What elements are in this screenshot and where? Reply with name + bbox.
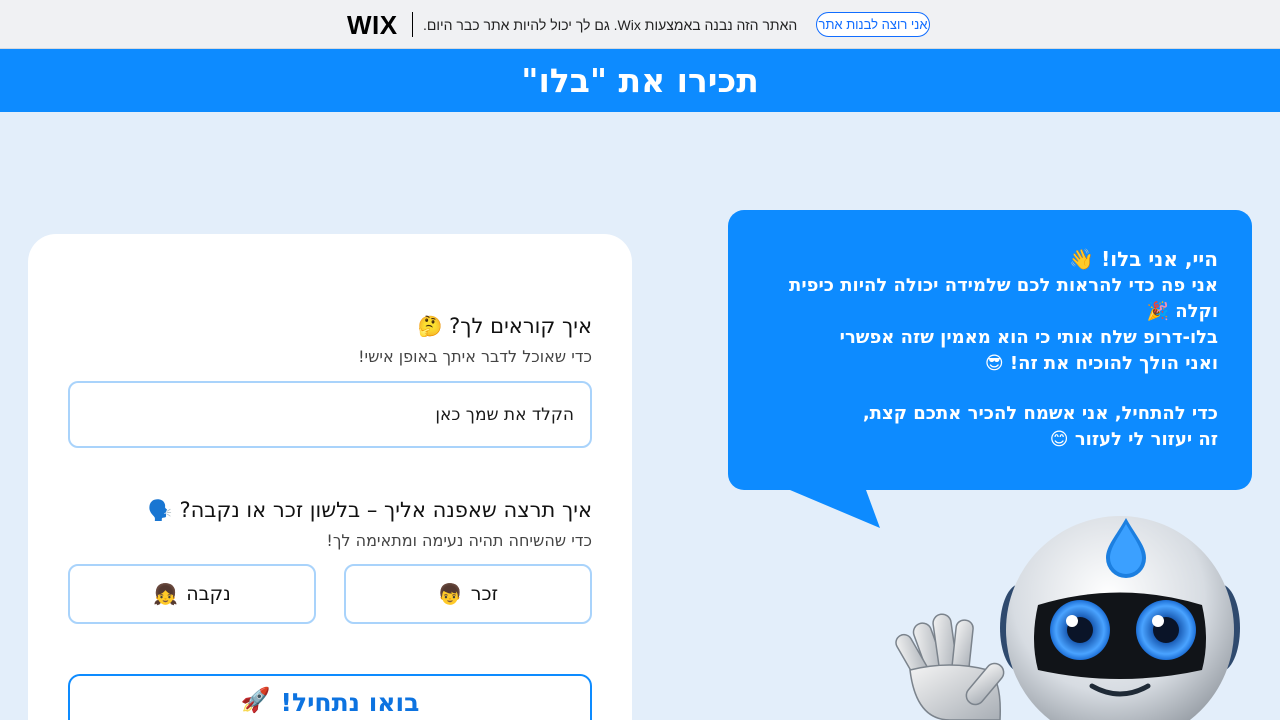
- bubble-line: ואני הולך להוכיח את זה! 😎: [984, 353, 1218, 374]
- male-label: זכר: [470, 583, 499, 605]
- rocket-icon: 🚀: [240, 686, 271, 714]
- page-header: תכירו את "בלו": [0, 49, 1280, 112]
- wix-divider: [412, 12, 413, 37]
- robot-mascot-illustration: [895, 516, 1240, 720]
- gender-question-hint: כדי שהשיחה תהיה נעימה ומתאימה לך!: [326, 531, 592, 550]
- gender-question-label: איך תרצה שאפנה אליך – בלשון זכר או נקבה?…: [147, 498, 592, 522]
- profile-form-card: איך קוראים לך? 🤔 כדי שאוכל לדבר איתך באו…: [28, 234, 632, 720]
- page-title: תכירו את "בלו": [521, 61, 759, 100]
- start-button[interactable]: בואו נתחיל! 🚀: [68, 674, 592, 720]
- name-input[interactable]: [68, 381, 592, 448]
- speaking-head-icon: 🗣️: [147, 498, 173, 522]
- build-site-button[interactable]: אני רוצה לבנות אתר: [816, 12, 930, 37]
- wix-banner-text: האתר הזה נבנה באמצעות Wix. גם לך יכול לה…: [423, 17, 798, 33]
- thinking-face-icon: 🤔: [417, 314, 443, 338]
- bubble-line: אני פה כדי להראות לכם שלמידה יכולה להיות…: [789, 275, 1218, 322]
- start-label: בואו נתחיל!: [280, 688, 420, 717]
- wix-banner: WIX האתר הזה נבנה באמצעות Wix. גם לך יכו…: [0, 0, 1280, 49]
- boy-icon: 👦: [437, 582, 463, 606]
- bubble-line: בלו-דרופ שלח אותי כי הוא מאמין שזה אפשרי: [839, 327, 1218, 348]
- name-question-hint: כדי שאוכל לדבר איתך באופן אישי!: [358, 347, 592, 366]
- bubble-line: כדי להתחיל, אני אשמח להכיר אתכם קצת,: [862, 403, 1218, 424]
- wix-logo[interactable]: WIX: [347, 12, 398, 38]
- bubble-tail: [790, 490, 880, 528]
- girl-icon: 👧: [153, 582, 179, 606]
- bubble-title: היי, אני בלו! 👋: [1069, 247, 1218, 271]
- name-question-label: איך קוראים לך? 🤔: [417, 314, 592, 338]
- female-button[interactable]: נקבה 👧: [68, 564, 316, 624]
- male-button[interactable]: זכר 👦: [344, 564, 592, 624]
- speech-bubble: היי, אני בלו! 👋 אני פה כדי להראות לכם של…: [728, 210, 1252, 490]
- bubble-line: זה יעזור לי לעזור 😊: [1049, 429, 1218, 450]
- female-label: נקבה: [186, 583, 231, 605]
